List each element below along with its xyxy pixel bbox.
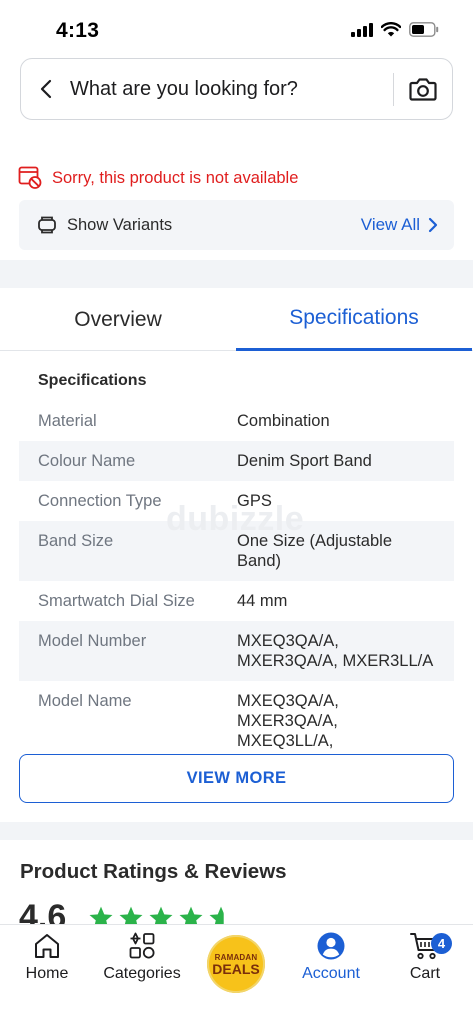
search-divider	[393, 73, 394, 106]
watch-icon	[38, 216, 56, 234]
back-arrow-icon[interactable]	[37, 77, 57, 101]
status-bar: 4:13	[0, 0, 473, 56]
categories-icon	[129, 932, 155, 959]
star-icon	[89, 906, 113, 924]
table-row: Model Name MXEQ3QA/A, MXER3QA/A, MXEQ3LL…	[19, 681, 454, 761]
rating-score: 4.6	[19, 898, 67, 924]
spec-key: Colour Name	[38, 452, 136, 470]
unavailable-message: Sorry, this product is not available	[52, 168, 299, 187]
table-row: Band Size One Size (Adjustable Band)	[19, 521, 454, 581]
spec-key: Model Name	[38, 692, 132, 710]
specifications-heading: Specifications	[38, 372, 147, 389]
spec-value: Combination	[237, 412, 330, 430]
wifi-icon	[381, 22, 401, 37]
account-icon	[317, 932, 345, 960]
view-all-label: View All	[360, 215, 420, 234]
status-icons	[351, 22, 439, 37]
nav-account-label: Account	[302, 965, 360, 982]
camera-icon[interactable]	[409, 76, 437, 102]
bottom-nav: Home Categories RAMADAN DEALS Account 4 …	[0, 924, 473, 1024]
unavailable-notice: Sorry, this product is not available	[18, 166, 298, 190]
table-row: Colour Name Denim Sport Band	[19, 441, 454, 481]
table-row: Material Combination	[19, 401, 454, 441]
half-star-icon	[209, 906, 224, 924]
star-icon	[149, 906, 173, 924]
nav-cart[interactable]: 4 Cart	[378, 931, 472, 983]
nav-home[interactable]: Home	[0, 931, 94, 983]
spec-value: MXEQ3QA/A, MXER3QA/A, MXEQ3LL/A,	[237, 692, 339, 750]
spec-value: MXEQ3QA/A, MXER3QA/A, MXER3LL/A	[237, 632, 434, 670]
search-bar[interactable]: What are you looking for?	[20, 58, 453, 120]
spec-key: Model Number	[38, 632, 147, 650]
chevron-right-icon	[428, 217, 438, 233]
show-variants-row[interactable]: Show Variants View All	[19, 200, 454, 250]
spec-key: Smartwatch Dial Size	[38, 592, 195, 610]
ratings-title: Product Ratings & Reviews	[20, 860, 287, 883]
search-input[interactable]: What are you looking for?	[70, 78, 298, 101]
nav-categories[interactable]: Categories	[95, 931, 189, 983]
specifications-table: Material Combination Colour Name Denim S…	[19, 401, 454, 761]
spec-value: Denim Sport Band	[237, 452, 372, 470]
table-row: Connection Type GPS	[19, 481, 454, 521]
star-icon	[119, 906, 143, 924]
spec-key: Connection Type	[38, 492, 162, 510]
spec-key: Band Size	[38, 532, 114, 550]
battery-icon	[409, 22, 439, 37]
nav-cart-label: Cart	[409, 965, 441, 982]
table-row: Smartwatch Dial Size 44 mm	[19, 581, 454, 621]
nav-categories-label: Categories	[103, 965, 181, 982]
tab-overview[interactable]: Overview	[0, 288, 236, 351]
unavailable-icon	[18, 166, 42, 189]
tab-specifications[interactable]: Specifications	[236, 288, 472, 351]
show-variants-label: Show Variants	[67, 216, 173, 234]
nav-account[interactable]: Account	[284, 931, 378, 983]
nav-ramadan-deals[interactable]: RAMADAN DEALS	[189, 931, 283, 993]
home-icon	[35, 934, 59, 958]
view-more-button[interactable]: VIEW MORE	[19, 754, 454, 803]
view-all-link[interactable]: View All	[361, 215, 438, 235]
section-separator	[0, 260, 473, 288]
spec-key: Material	[38, 412, 97, 430]
nav-home-label: Home	[25, 965, 69, 982]
spec-value: One Size (Adjustable Band)	[237, 532, 393, 570]
table-row: Model Number MXEQ3QA/A, MXER3QA/A, MXER3…	[19, 621, 454, 681]
product-tabs: Overview Specifications	[0, 288, 473, 351]
section-separator	[0, 822, 473, 840]
deals-bottom-text: DEALS	[212, 960, 260, 977]
cellular-signal-icon	[351, 22, 373, 37]
rating-stars	[88, 905, 234, 924]
spec-value: 44 mm	[237, 592, 288, 610]
star-icon	[179, 906, 203, 924]
cart-count-badge: 4	[431, 933, 452, 954]
spec-value: GPS	[237, 492, 272, 510]
ramadan-deals-badge: RAMADAN DEALS	[207, 935, 265, 993]
status-time: 4:13	[56, 19, 100, 42]
